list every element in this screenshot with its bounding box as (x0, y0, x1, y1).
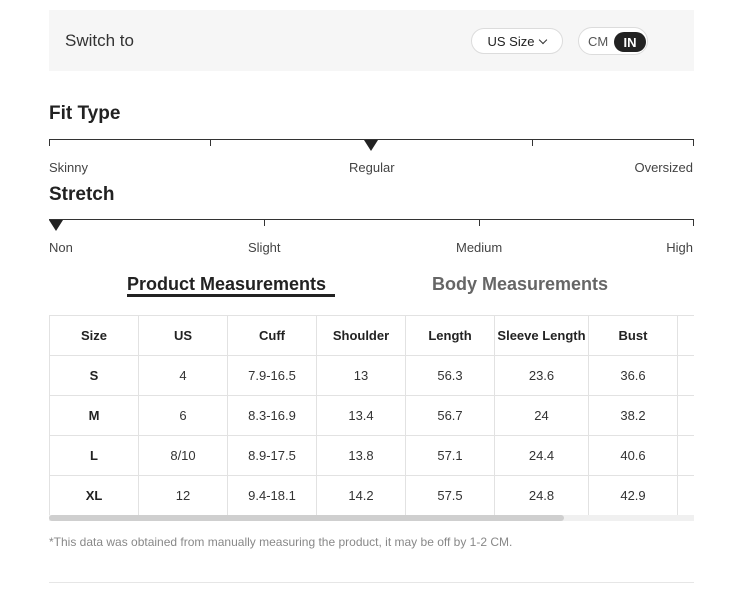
table-cell (677, 395, 694, 436)
table-cell: 56.3 (405, 355, 495, 396)
table-cell: 23.6 (494, 355, 589, 396)
active-tab-underline (127, 294, 335, 297)
table-cell: 38.2 (588, 395, 678, 436)
table-cell: 40.6 (588, 435, 678, 476)
table-cell: M (49, 395, 139, 436)
column-header: Shoulder (316, 315, 406, 356)
table-cell: 57.5 (405, 475, 495, 515)
chevron-down-icon (539, 35, 548, 44)
measurements-table-container: Size US Cuff Shoulder Length Sleeve Leng… (49, 315, 694, 515)
stretch-tick (479, 219, 480, 226)
unit-option-in[interactable]: IN (614, 32, 646, 52)
table-cell: 8.9-17.5 (227, 435, 317, 476)
table-row: M 6 8.3-16.9 13.4 56.7 24 38.2 (49, 395, 694, 436)
table-cell (677, 475, 694, 515)
measurements-table: Size US Cuff Shoulder Length Sleeve Leng… (49, 315, 694, 515)
stretch-title: Stretch (49, 184, 115, 205)
table-row: S 4 7.9-16.5 13 56.3 23.6 36.6 (49, 355, 694, 396)
table-cell: S (49, 355, 139, 396)
table-cell: 6 (138, 395, 228, 436)
table-cell (677, 435, 694, 476)
fit-type-label-skinny: Skinny (49, 160, 89, 175)
fit-type-tick (210, 139, 211, 146)
fit-type-tick (532, 139, 533, 146)
fit-type-tick (49, 139, 50, 146)
table-cell: 24.4 (494, 435, 589, 476)
table-cell: 7.9-16.5 (227, 355, 317, 396)
table-cell: 57.1 (405, 435, 495, 476)
fit-type-label-regular: Regular (349, 160, 395, 175)
fit-type-title: Fit Type (49, 103, 121, 124)
table-cell: 12 (138, 475, 228, 515)
column-header: US (138, 315, 228, 356)
stretch-scale (49, 219, 694, 220)
column-header: Length (405, 315, 495, 356)
stretch-label-high: High (666, 240, 693, 255)
unit-option-cm[interactable]: CM (588, 34, 608, 49)
table-cell: 13.8 (316, 435, 406, 476)
switch-label: Switch to (65, 31, 134, 50)
stretch-marker-icon (49, 220, 63, 231)
table-row: XL 12 9.4-18.1 14.2 57.5 24.8 42.9 (49, 475, 694, 515)
stretch-tick (693, 219, 694, 226)
table-cell: XL (49, 475, 139, 515)
tab-product-measurements[interactable]: Product Measurements (127, 274, 326, 295)
size-system-value: US Size (487, 33, 535, 49)
stretch-tick (264, 219, 265, 226)
column-header: W (677, 315, 694, 356)
table-cell: 4 (138, 355, 228, 396)
table-cell: L (49, 435, 139, 476)
table-cell: 42.9 (588, 475, 678, 515)
scrollbar-thumb[interactable] (49, 515, 564, 521)
table-horizontal-scrollbar[interactable] (49, 515, 694, 521)
fit-type-marker-icon (364, 140, 378, 151)
table-header-row: Size US Cuff Shoulder Length Sleeve Leng… (49, 315, 694, 356)
stretch-label-medium: Medium (456, 240, 503, 255)
stretch-label-slight: Slight (248, 240, 281, 255)
unit-switch-bar: Switch to US Size CM IN (49, 10, 694, 71)
column-header: Size (49, 315, 139, 356)
measurement-footnote: *This data was obtained from manually me… (49, 535, 513, 549)
tab-body-measurements[interactable]: Body Measurements (432, 274, 608, 295)
table-cell: 13 (316, 355, 406, 396)
stretch-label-non: Non (49, 240, 73, 255)
table-cell: 56.7 (405, 395, 495, 436)
table-cell: 9.4-18.1 (227, 475, 317, 515)
table-row: L 8/10 8.9-17.5 13.8 57.1 24.4 40.6 (49, 435, 694, 476)
divider (49, 582, 694, 583)
table-cell: 8/10 (138, 435, 228, 476)
table-cell: 8.3-16.9 (227, 395, 317, 436)
column-header: Bust (588, 315, 678, 356)
size-system-dropdown[interactable]: US Size (471, 28, 563, 54)
table-cell: 36.6 (588, 355, 678, 396)
column-header: Cuff (227, 315, 317, 356)
table-cell: 13.4 (316, 395, 406, 436)
fit-type-label-oversized: Oversized (634, 160, 693, 175)
table-cell: 24 (494, 395, 589, 436)
table-cell: 14.2 (316, 475, 406, 515)
fit-type-tick (693, 139, 694, 146)
table-cell (677, 355, 694, 396)
table-cell: 24.8 (494, 475, 589, 515)
unit-toggle[interactable]: CM IN (578, 27, 648, 55)
column-header: Sleeve Length (494, 315, 589, 356)
